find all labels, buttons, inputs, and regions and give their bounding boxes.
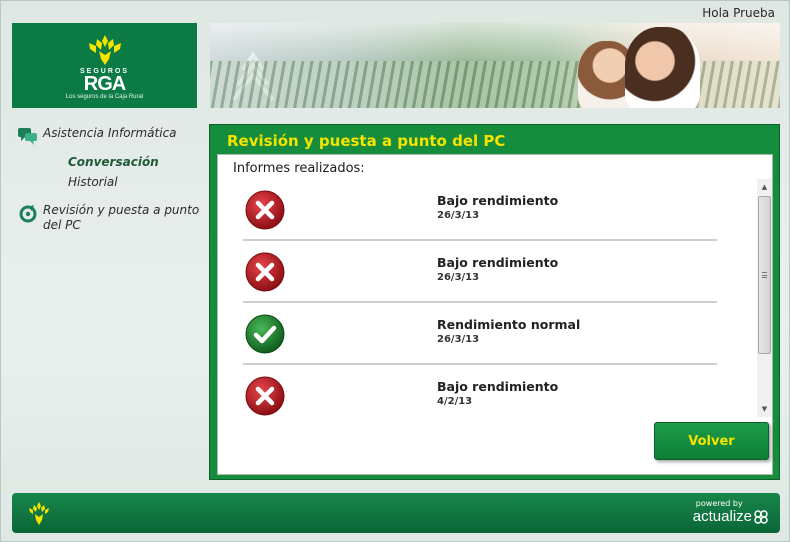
panel-title: Revisión y puesta a punto del PC [227,132,506,150]
scroll-thumb[interactable] [758,196,771,354]
sidebar-item-revision[interactable]: Revisión y puesta a punto del PC [17,202,203,233]
sidebar: Asistencia Informática Conversación Hist… [17,125,203,233]
report-item[interactable]: Bajo rendimiento 4/2/13 [243,365,717,417]
sidebar-item-label: Revisión y puesta a punto del PC [43,203,200,232]
scroll-down-arrow-icon[interactable]: ▼ [757,401,772,417]
app-window: Hola Prueba SEGUROS RGA Los seguros de l… [0,0,790,542]
powered-brand-row: actualize [693,508,768,525]
reports-list[interactable]: Bajo rendimiento 26/3/13 Bajo rendimient… [243,179,717,417]
banner-mother-figure [625,27,700,108]
report-title: Bajo rendimiento [437,379,559,394]
reports-caption: Informes realizados: [233,161,365,176]
actualize-dots-icon [754,509,768,524]
back-button[interactable]: Volver [654,422,769,460]
scroll-up-arrow-icon[interactable]: ▲ [757,179,772,195]
chat-bubbles-icon [18,128,37,145]
sidebar-item-label: Asistencia Informática [43,126,177,140]
gauge-refresh-icon [19,205,37,223]
footer: powered by actualize [12,493,780,533]
green-check-icon [245,314,285,354]
red-x-icon [245,376,285,416]
red-x-icon [245,252,285,292]
sidebar-subitem-historial[interactable]: Historial [68,175,203,189]
report-item[interactable]: Bajo rendimiento 26/3/13 [243,241,717,303]
logo-big-text: RGA [83,73,126,95]
report-date: 26/3/13 [437,272,480,283]
actualize-brand-text: actualize [692,508,752,525]
sidebar-item-asistencia[interactable]: Asistencia Informática [17,125,203,147]
wheat-logo-icon [29,502,49,525]
powered-by-label: powered by [695,499,743,508]
review-panel: Revisión y puesta a punto del PC Informe… [209,124,780,480]
report-title: Bajo rendimiento [437,193,559,208]
report-item[interactable]: Bajo rendimiento 26/3/13 [243,179,717,241]
sidebar-subitem-conversacion[interactable]: Conversación [68,155,203,169]
reports-scrollbar[interactable]: ▲ ▼ [757,179,772,417]
scroll-grip-icon [762,272,767,278]
powered-by-actualize[interactable]: powered by actualize [693,499,768,525]
red-x-icon [245,190,285,230]
report-date: 4/2/13 [437,396,473,407]
rga-logo[interactable]: SEGUROS RGA Los seguros de la Caja Rural [12,23,197,108]
report-date: 26/3/13 [437,210,480,221]
reports-container: Informes realizados: Bajo rendimiento 26… [217,154,773,475]
wheat-logo-icon [88,35,121,65]
report-date: 26/3/13 [437,334,480,345]
report-title: Rendimiento normal [437,317,581,332]
header-banner-image [210,23,780,108]
user-greeting: Hola Prueba [702,6,775,20]
report-item[interactable]: Rendimiento normal 26/3/13 [243,303,717,365]
logo-tagline: Los seguros de la Caja Rural [65,94,144,100]
report-title: Bajo rendimiento [437,255,559,270]
